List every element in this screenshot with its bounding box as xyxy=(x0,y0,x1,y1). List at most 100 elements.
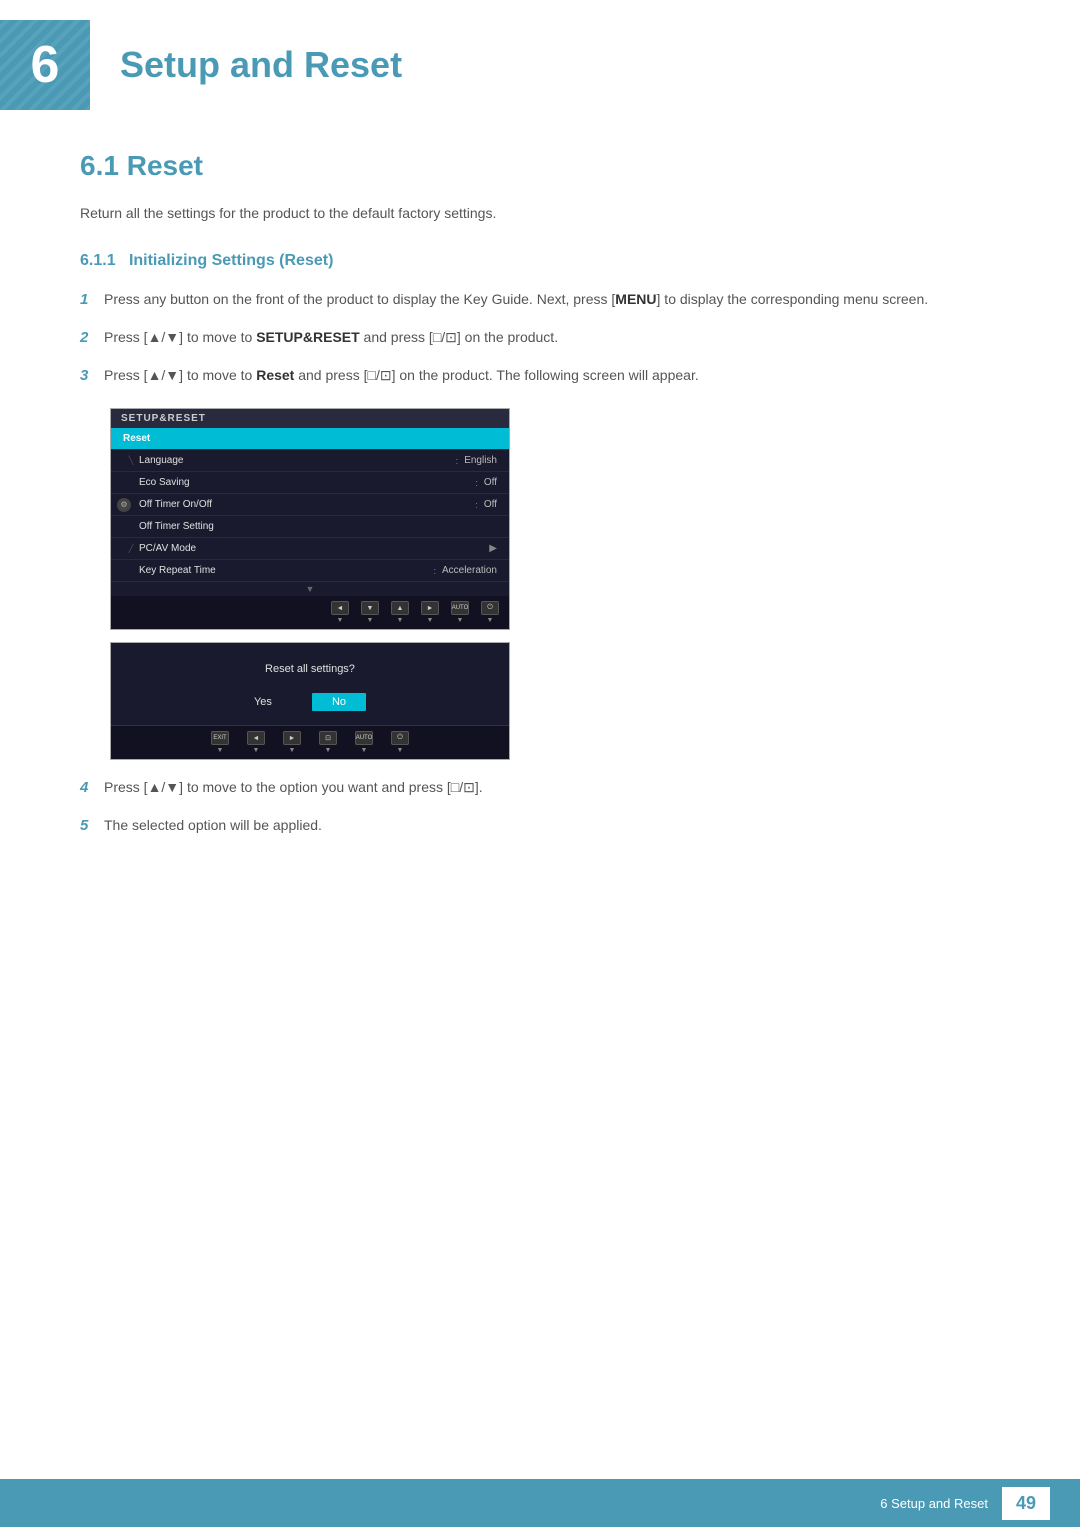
sidebar-slash: ╱ xyxy=(123,544,139,553)
dialog-footer: EXIT ▼ ◄ ▼ ► ▼ ⊡ ▼ AUTO ▼ xyxy=(111,725,509,759)
menu-title: SETUP&RESET xyxy=(111,409,509,428)
colon-offtimer: : xyxy=(475,500,478,510)
menu-label-eco: Eco Saving xyxy=(139,477,475,488)
step-5-text: The selected option will be applied. xyxy=(104,814,1000,836)
footer-section-text: 6 Setup and Reset xyxy=(880,1496,988,1511)
section-description: Return all the settings for the product … xyxy=(80,202,1000,224)
step-4: 4 Press [▲/▼] to move to the option you … xyxy=(80,776,1000,800)
footer-icon-right: ► xyxy=(421,601,439,615)
step-2-text: Press [▲/▼] to move to SETUP&RESET and p… xyxy=(104,326,1000,348)
step-2: 2 Press [▲/▼] to move to SETUP&RESET and… xyxy=(80,326,1000,350)
footer-icon-up: ▲ xyxy=(391,601,409,615)
dialog-icon-enter: ⊡ xyxy=(319,731,337,745)
subsection-name: Initializing Settings (Reset) xyxy=(129,252,333,269)
footer-page-number: 49 xyxy=(1002,1487,1050,1520)
step-4-number: 4 xyxy=(80,776,104,800)
colon-language: : xyxy=(456,456,459,466)
menu-value-offtimer: Off xyxy=(484,499,497,510)
menu-item-offtimer: ⚙ Off Timer On/Off : Off xyxy=(111,494,509,516)
reset-dialog: Reset all settings? Yes No EXIT ▼ ◄ ▼ ► … xyxy=(110,642,510,760)
dialog-label-enter: ▼ xyxy=(325,747,332,754)
menu-value-language: English xyxy=(464,455,497,466)
menu-value-keyrepeat: Acceleration xyxy=(442,565,497,576)
footer-btn-down: ▼ ▼ xyxy=(361,601,379,624)
footer-label-left: ▼ xyxy=(337,617,344,624)
step-1-number: 1 xyxy=(80,288,104,312)
footer-label-auto: ▼ xyxy=(457,617,464,624)
dialog-footer-exit: EXIT ▼ xyxy=(211,731,229,754)
dialog-footer-power: ⏻ ▼ xyxy=(391,731,409,754)
dialog-message: Reset all settings? xyxy=(265,663,355,675)
sidebar-line: ╲ xyxy=(123,456,139,465)
chapter-number: 6 xyxy=(31,35,60,95)
menu-item-language: ╲ Language : English xyxy=(111,450,509,472)
menu-item-reset: Reset xyxy=(111,428,509,450)
chapter-badge: 6 xyxy=(0,20,90,110)
scroll-down-indicator: ▼ xyxy=(111,582,509,596)
menu-item-eco: Eco Saving : Off xyxy=(111,472,509,494)
step-3-number: 3 xyxy=(80,364,104,388)
footer-btn-up: ▲ ▼ xyxy=(391,601,409,624)
footer-label-right: ▼ xyxy=(427,617,434,624)
dialog-icon-exit: EXIT xyxy=(211,731,229,745)
dialog-footer-auto: AUTO ▼ xyxy=(355,731,373,754)
footer-btn-power: ⏻ ▼ xyxy=(481,601,499,624)
page-footer: 6 Setup and Reset 49 xyxy=(0,1479,1080,1527)
footer-label-down: ▼ xyxy=(367,617,374,624)
dialog-icon-auto: AUTO xyxy=(355,731,373,745)
footer-btn-right: ► ▼ xyxy=(421,601,439,624)
step-3: 3 Press [▲/▼] to move to Reset and press… xyxy=(80,364,1000,388)
dialog-no-button: No xyxy=(312,693,366,711)
dialog-footer-left: ◄ ▼ xyxy=(247,731,265,754)
step-1: 1 Press any button on the front of the p… xyxy=(80,288,1000,312)
chapter-header: 6 Setup and Reset xyxy=(0,0,1080,130)
step-4-text: Press [▲/▼] to move to the option you wa… xyxy=(104,776,1000,798)
gear-icon: ⚙ xyxy=(117,498,131,512)
subsection-title: 6.1.1 Initializing Settings (Reset) xyxy=(80,252,1000,270)
dialog-icon-power: ⏻ xyxy=(391,731,409,745)
footer-icon-down: ▼ xyxy=(361,601,379,615)
dialog-icon-right: ► xyxy=(283,731,301,745)
dialog-content: Reset all settings? xyxy=(111,643,509,685)
step-3-text: Press [▲/▼] to move to Reset and press [… xyxy=(104,364,1000,386)
step-5: 5 The selected option will be applied. xyxy=(80,814,1000,838)
menu-label-reset: Reset xyxy=(123,433,497,444)
dialog-label-right: ▼ xyxy=(289,747,296,754)
dialog-buttons: Yes No xyxy=(111,685,509,725)
menu-label-keyrepeat: Key Repeat Time xyxy=(139,565,433,576)
menu-item-pcav: ╱ PC/AV Mode ▶ xyxy=(111,538,509,560)
dialog-label-power: ▼ xyxy=(397,747,404,754)
menu-item-keyrepeat: Key Repeat Time : Acceleration xyxy=(111,560,509,582)
chapter-title: Setup and Reset xyxy=(120,44,402,86)
menu-label-offtimersetup: Off Timer Setting xyxy=(139,521,497,532)
footer-icon-power: ⏻ xyxy=(481,601,499,615)
step-2-number: 2 xyxy=(80,326,104,350)
footer-icon-auto: AUTO xyxy=(451,601,469,615)
footer-label-up: ▼ xyxy=(397,617,404,624)
section-name: Reset xyxy=(127,150,203,181)
menu-item-offtimersetup: Off Timer Setting xyxy=(111,516,509,538)
step-1-text: Press any button on the front of the pro… xyxy=(104,288,1000,310)
footer-btn-auto: AUTO ▼ xyxy=(451,601,469,624)
menu-footer: ◄ ▼ ▼ ▼ ▲ ▼ ► ▼ AUTO ▼ xyxy=(111,596,509,629)
menu-label-pcav: PC/AV Mode xyxy=(139,543,489,554)
colon-keyrepeat: : xyxy=(433,566,436,576)
arrow-pcav: ▶ xyxy=(489,543,497,554)
menu-screen: SETUP&RESET Reset ╲ Language : English E… xyxy=(110,408,510,630)
subsection-number: 6.1.1 xyxy=(80,252,116,269)
steps-list-2: 4 Press [▲/▼] to move to the option you … xyxy=(80,776,1000,838)
step-5-number: 5 xyxy=(80,814,104,838)
dialog-label-exit: ▼ xyxy=(217,747,224,754)
colon-eco: : xyxy=(475,478,478,488)
footer-btn-left: ◄ ▼ xyxy=(331,601,349,624)
dialog-label-auto: ▼ xyxy=(361,747,368,754)
steps-list: 1 Press any button on the front of the p… xyxy=(80,288,1000,388)
dialog-footer-enter: ⊡ ▼ xyxy=(319,731,337,754)
menu-label-language: Language xyxy=(139,455,456,466)
monitor-screenshots: SETUP&RESET Reset ╲ Language : English E… xyxy=(110,408,530,760)
dialog-label-left: ▼ xyxy=(253,747,260,754)
main-content: 6.1 Reset Return all the settings for th… xyxy=(0,150,1080,838)
dialog-footer-right: ► ▼ xyxy=(283,731,301,754)
section-title: 6.1 Reset xyxy=(80,150,1000,182)
section-number: 6.1 xyxy=(80,150,119,181)
